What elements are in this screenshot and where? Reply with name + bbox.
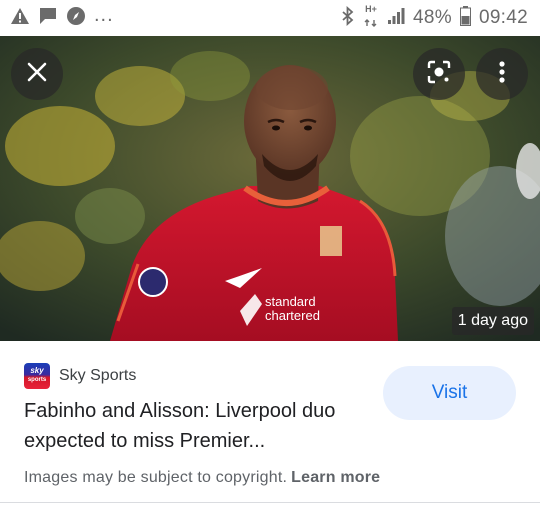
visit-button[interactable]: Visit: [383, 366, 516, 420]
lens-button[interactable]: [413, 48, 465, 100]
result-info: sky sports Sky Sports Fabinho and Alisso…: [0, 341, 540, 530]
learn-more-link[interactable]: Learn more: [291, 469, 380, 486]
logo-line2: sports: [27, 377, 47, 383]
divider: [0, 502, 540, 503]
more-vert-icon: [498, 60, 506, 89]
signal-icon: [387, 7, 405, 30]
bluetooth-icon: [341, 5, 355, 31]
image-viewer: standard chartered 1 day ago: [0, 36, 540, 341]
clock: 09:42: [478, 7, 528, 28]
result-title[interactable]: Fabinho and Alisson: Liverpool duo expec…: [24, 396, 364, 456]
close-button[interactable]: [11, 48, 63, 100]
svg-text:standard: standard: [265, 294, 316, 309]
warning-icon: [10, 7, 30, 30]
more-options-button[interactable]: [476, 48, 528, 100]
compass-icon: [66, 6, 86, 31]
timestamp-badge: 1 day ago: [451, 307, 534, 335]
network-label: H+: [365, 3, 377, 14]
status-overflow: ...: [94, 3, 114, 26]
source-name: Sky Sports: [59, 367, 137, 384]
network-type-icon: H+: [363, 3, 379, 32]
battery-percent: 48%: [413, 7, 452, 28]
logo-line1: sky: [30, 366, 44, 375]
chat-icon: [38, 6, 58, 30]
svg-text:chartered: chartered: [265, 308, 320, 323]
source[interactable]: sky sports Sky Sports: [24, 363, 136, 389]
sky-sports-logo: sky sports: [24, 363, 50, 389]
copyright-text: Images may be subject to copyright.: [24, 469, 288, 486]
status-right: H+ 48% 09:42: [341, 3, 528, 32]
lens-icon: [426, 59, 452, 90]
copyright-notice: Images may be subject to copyright. Learn…: [24, 469, 380, 487]
close-icon: [25, 60, 49, 89]
battery-icon: [459, 5, 471, 31]
status-bar: ... H+ 48% 09:42: [0, 0, 540, 36]
status-left: ...: [10, 3, 114, 31]
